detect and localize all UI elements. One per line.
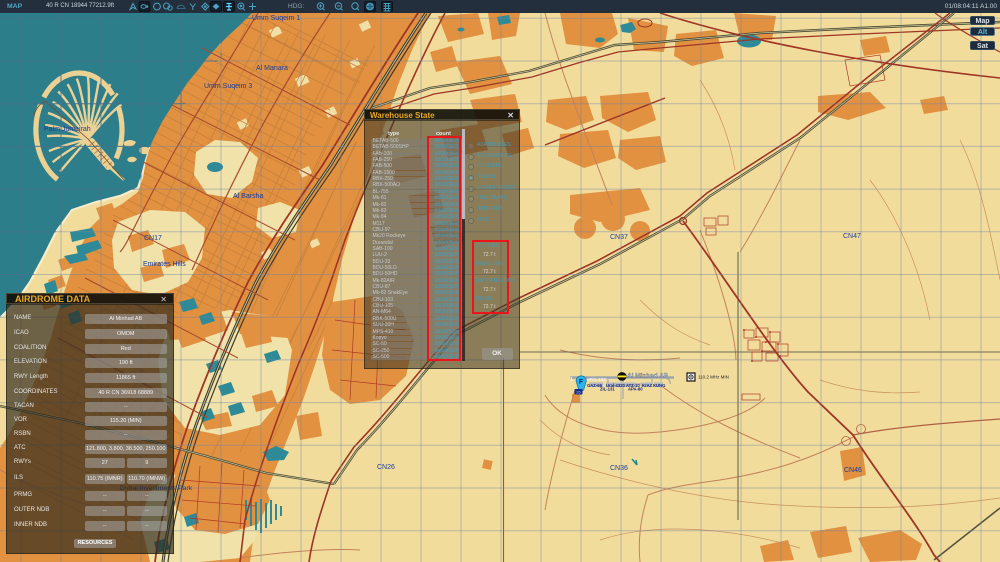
- svg-text:ZIL-131: ZIL-131: [600, 387, 615, 392]
- svg-text:CN26: CN26: [377, 464, 395, 471]
- svg-text:CN46: CN46: [844, 467, 862, 474]
- svg-text:1: 1: [570, 377, 573, 383]
- svg-text:CN47: CN47: [843, 233, 861, 240]
- svg-text:Umm Suqeim 1: Umm Suqeim 1: [252, 15, 300, 22]
- svg-text:KUNG: KUNG: [653, 383, 665, 388]
- svg-text:CN37: CN37: [610, 234, 628, 241]
- svg-text:Umm Suqeim 3: Umm Suqeim 3: [204, 83, 252, 90]
- svg-text:F: F: [579, 379, 584, 386]
- svg-text:26: 26: [576, 390, 581, 395]
- svg-text:Al Barsha: Al Barsha: [233, 193, 263, 200]
- svg-text:Al Manara: Al Manara: [256, 65, 288, 72]
- svg-text:Palm Jumeirah: Palm Jumeirah: [44, 126, 91, 133]
- svg-text:CN17: CN17: [144, 235, 162, 242]
- svg-text:CN36: CN36: [610, 465, 628, 472]
- svg-text:APA-80: APA-80: [628, 387, 643, 392]
- svg-text:KrAZ: KrAZ: [642, 383, 653, 388]
- svg-text:▸F/A-18C ···: ▸F/A-18C ···: [586, 377, 613, 382]
- svg-text:Emirates Hills: Emirates Hills: [143, 261, 186, 268]
- svg-text:110.2 MHz MIN: 110.2 MHz MIN: [698, 375, 729, 380]
- svg-text:Al Minhad AB: Al Minhad AB: [627, 373, 669, 380]
